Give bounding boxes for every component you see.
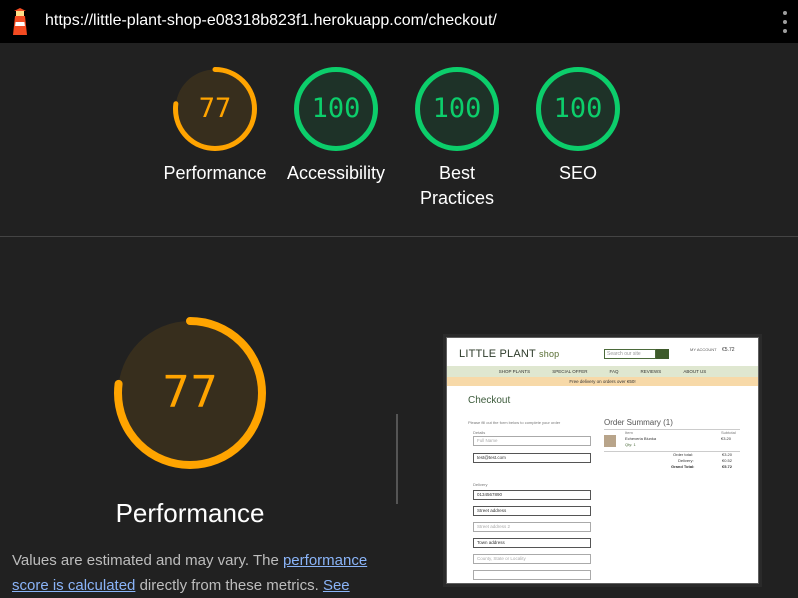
street1-field: Street address (473, 506, 591, 516)
delivery-banner: Free delivery on orders over €50! (447, 377, 758, 386)
site-nav: SHOP PLANTS SPECIAL OFFER FAQ REVIEWS ABOUT … (447, 366, 758, 377)
desc-text: Values are estimated and may vary. The (12, 552, 283, 569)
details-label: Details (473, 430, 486, 435)
gauge-score: 100 (553, 93, 603, 124)
account-link: MY ACCOUNT (690, 347, 717, 352)
product-price: €3.20 (721, 436, 732, 441)
town-field: Town address (473, 538, 591, 548)
order-total-label: Order total: (673, 452, 694, 457)
final-screenshot[interactable]: LITTLE PLANT shop Search our site MY ACC… (446, 337, 759, 584)
gauge-score: 77 (162, 367, 218, 418)
street2-field: Street address 2 (473, 522, 591, 532)
site-logo: LITTLE PLANT shop (459, 348, 560, 360)
product-qty: Qty: 1 (625, 442, 636, 447)
gauge-score: 100 (432, 93, 482, 124)
lighthouse-icon (13, 8, 27, 35)
county-field: County, State or Locality (473, 554, 591, 564)
gauge-score: 100 (311, 93, 361, 124)
grand-total: €5.72 (722, 464, 733, 469)
grand-total-label: Grand Total: (671, 464, 695, 469)
order-total: €3.20 (722, 452, 733, 457)
section-divider (0, 236, 798, 237)
vertical-divider (396, 414, 398, 504)
site-search-input: Search our site (604, 349, 656, 359)
page-url[interactable]: https://little-plant-shop-e08318b823f1.h… (45, 12, 497, 30)
checkout-heading: Checkout (468, 395, 511, 406)
gauge-seo[interactable]: 100 SEO (536, 67, 620, 183)
delivery-cost-label: Delivery: (678, 458, 694, 463)
site-header: LITTLE PLANT shop Search our site MY ACC… (447, 338, 758, 366)
summary-line (604, 429, 740, 430)
delivery-cost: €0.52 (722, 458, 733, 463)
performance-gauge-large: 77 (114, 317, 266, 469)
product-image (604, 435, 616, 447)
category-title: Performance (115, 498, 265, 528)
phone-field: 0134567890 (473, 490, 591, 500)
next-field (473, 570, 591, 580)
gauge-accessibility[interactable]: 100 Accessibility (287, 67, 385, 183)
item-col: Item (625, 430, 633, 435)
search-icon (656, 349, 669, 359)
gauge-performance[interactable]: 77 Performance (163, 67, 267, 183)
checkout-instructions: Please fill out the form below to comple… (468, 420, 561, 425)
product-name: Echeveria Blunka (625, 436, 657, 441)
gauge-label: SEO (558, 163, 597, 183)
bag-total: €5.72 (722, 347, 735, 353)
order-summary-heading: Order Summary (1) (604, 418, 673, 427)
address-bar: https://little-plant-shop-e08318b823f1.h… (0, 0, 798, 43)
gauge-best-practices[interactable]: 100 Best Practices (415, 67, 499, 208)
summary-line (604, 451, 740, 452)
category-description: Values are estimated and may vary. The p… (12, 548, 392, 598)
subtotal-col: Subtotal (721, 430, 736, 435)
more-options-icon[interactable] (782, 11, 788, 33)
gauge-score: 77 (198, 93, 232, 124)
delivery-label: Delivery (473, 482, 488, 487)
full-name-field: Full Name (473, 436, 591, 446)
email-field: test@test.com (473, 453, 591, 463)
